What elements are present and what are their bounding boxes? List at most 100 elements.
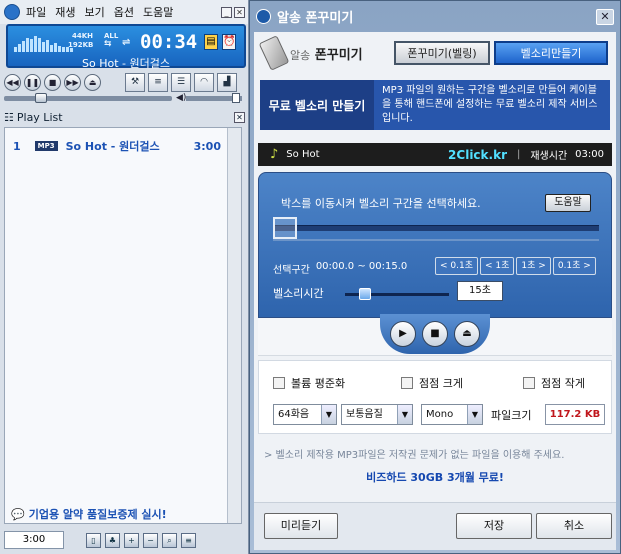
- ring-length-thumb[interactable]: [358, 288, 371, 300]
- phone-icon[interactable]: ▯: [86, 532, 101, 548]
- playlist-item[interactable]: 1 MP3 So Hot - 원더걸스 3:00: [13, 138, 221, 154]
- playlist-close-icon[interactable]: ✕: [234, 112, 245, 123]
- seek-bar[interactable]: [4, 93, 172, 103]
- save-button[interactable]: 저장: [456, 513, 532, 539]
- menu-options[interactable]: 옵션: [114, 4, 134, 20]
- ring-length-slider[interactable]: [345, 288, 449, 300]
- headphone-icon[interactable]: ◠: [194, 72, 214, 92]
- instruction-text: 박스를 이동시켜 벨소리 구간을 선택하세요.: [281, 197, 481, 210]
- back-tenth-button[interactable]: < 0.1초: [435, 257, 478, 275]
- preview-button[interactable]: 미리듣기: [264, 513, 338, 539]
- list-icon[interactable]: ≡: [181, 532, 196, 548]
- waveform-track[interactable]: [273, 225, 599, 231]
- back-one-button[interactable]: < 1초: [480, 257, 515, 275]
- polyphony-select[interactable]: 64화음 ▼: [273, 404, 337, 425]
- promo-banner: 무료 벨소리 만들기 MP3 파일의 원하는 구간을 벨소리로 만들어 케이블을…: [260, 80, 610, 130]
- help-button[interactable]: 도움말: [545, 194, 591, 212]
- selection-box[interactable]: [273, 217, 297, 239]
- equalizer-bar: [58, 46, 61, 52]
- menu-file[interactable]: 파일: [26, 4, 46, 20]
- window-app-icon: [256, 9, 271, 24]
- window-title: 알송 폰꾸미기: [277, 11, 354, 26]
- ring-length-value[interactable]: 15초: [457, 281, 503, 301]
- equalizer-icon[interactable]: ☰: [171, 72, 191, 92]
- volume-slider[interactable]: [186, 93, 242, 103]
- seek-thumb[interactable]: [35, 93, 48, 103]
- quality-select[interactable]: 보통음질 ▼: [341, 404, 413, 425]
- equalizer-bar: [30, 39, 33, 52]
- ad-text: 기업용 알약 품질보증제 실시!: [28, 508, 167, 521]
- forward-tenth-button[interactable]: 0.1초 >: [552, 257, 596, 275]
- window-close-icon[interactable]: ✕: [596, 9, 614, 25]
- equalizer-bar: [22, 41, 25, 52]
- stop-icon[interactable]: ■: [422, 321, 448, 347]
- ring-length-label: 벨소리시간: [273, 287, 324, 300]
- track-title: So Hot - 원더걸스: [65, 140, 160, 153]
- ad-link[interactable]: 💬 기업용 알약 품질보증제 실시!: [11, 506, 167, 522]
- forward-one-button[interactable]: 1초 >: [516, 257, 551, 275]
- tab-ringtone-maker[interactable]: 벨소리만들기: [494, 41, 608, 65]
- channel-value: Mono: [426, 409, 454, 420]
- filesize-value: 117.2 KB: [545, 404, 605, 425]
- fade-out-checkbox[interactable]: 점점 작게: [523, 375, 585, 391]
- menu-help[interactable]: 도움말: [143, 4, 173, 20]
- volume-normalize-checkbox[interactable]: 볼륨 평준화: [273, 375, 345, 391]
- cancel-button[interactable]: 취소: [536, 513, 612, 539]
- equalizer-visualizer: [14, 34, 73, 52]
- duration-label: 재생시간: [530, 151, 568, 162]
- eject-icon[interactable]: ⏏: [84, 73, 101, 91]
- tab-phone-decor[interactable]: 폰꾸미기(벨링): [394, 41, 490, 65]
- volume-thumb[interactable]: [231, 93, 240, 103]
- fade-in-label: 점점 크게: [419, 377, 463, 390]
- chat-icon: 💬: [11, 507, 25, 521]
- volume-normalize-label: 볼륨 평준화: [291, 377, 346, 390]
- next-icon[interactable]: ▶▶: [64, 73, 81, 91]
- lyrics-icon[interactable]: ▤: [204, 34, 218, 50]
- promo-description: MP3 파일의 원하는 구간을 벨소리로 만들어 케이블을 통해 핸드폰에 설정…: [374, 80, 610, 130]
- fade-in-checkbox[interactable]: 점점 크게: [401, 375, 463, 391]
- equalizer-bar: [50, 45, 53, 52]
- lcd-display: 44KH 192KB ALL ⇆ ⇌ 00:34 ▤ ⏰ So Hot - 원더…: [6, 24, 246, 70]
- search-icon[interactable]: ⌕: [162, 532, 177, 548]
- channel-select[interactable]: Mono ▼: [421, 404, 483, 425]
- bitrate: 192KB: [68, 41, 94, 49]
- menu-view[interactable]: 보기: [85, 4, 105, 20]
- menu-play[interactable]: 재생: [55, 4, 75, 20]
- previous-icon[interactable]: ◀◀: [4, 73, 21, 91]
- bizhard-promo-link[interactable]: 비즈하드 30GB 3개월 무료!: [254, 469, 616, 485]
- play-icon[interactable]: ▶: [390, 321, 416, 347]
- playlist: 1 MP3 So Hot - 원더걸스 3:00 💬 기업용 알약 품질보증제 …: [4, 127, 242, 524]
- pause-icon[interactable]: ❚❚: [24, 73, 41, 91]
- polyphony-value: 64화음: [278, 409, 310, 420]
- track-number: 1: [13, 139, 21, 153]
- window-content: 알송 폰꾸미기 폰꾸미기(벨링) 벨소리만들기 무료 벨소리 만들기 MP3 파…: [254, 32, 616, 550]
- now-playing-title: So Hot: [286, 149, 320, 160]
- eject-icon[interactable]: ⏏: [454, 321, 480, 347]
- ringtone-window: 알송 폰꾸미기 ✕ 알송 폰꾸미기 폰꾸미기(벨링) 벨소리만들기 무료 벨소리…: [249, 0, 621, 554]
- remove-icon[interactable]: −: [143, 532, 158, 548]
- editor-panel: 박스를 이동시켜 벨소리 구간을 선택하세요. 도움말 선택구간 00:00.0…: [258, 172, 612, 318]
- fade-out-label: 점점 작게: [541, 377, 585, 390]
- chevron-down-icon: ▼: [397, 405, 412, 424]
- playlist-toolbar: 3:00 ▯ ♣ + − ⌕ ≡: [4, 530, 248, 550]
- playlist-title: Play List: [16, 111, 63, 124]
- playlist-scrollbar[interactable]: [227, 128, 241, 523]
- tools-icon[interactable]: ⚒: [125, 72, 145, 92]
- playlist-header: ☷ Play List ✕: [4, 110, 245, 125]
- add-icon[interactable]: +: [124, 532, 139, 548]
- person-icon[interactable]: ♣: [105, 532, 120, 548]
- equalizer-bar: [26, 38, 29, 52]
- equalizer-bar: [42, 42, 45, 52]
- range-label: 선택구간: [273, 265, 310, 276]
- total-time: 3:00: [4, 531, 64, 549]
- close-icon[interactable]: ✕: [234, 6, 245, 18]
- footer: 미리듣기 저장 취소: [254, 502, 616, 550]
- equalizer-bar: [14, 47, 17, 52]
- stop-icon[interactable]: ■: [44, 73, 61, 91]
- filesize-label: 파일크기: [491, 409, 532, 422]
- volume-graph-icon[interactable]: ▟: [217, 72, 237, 92]
- alarm-icon[interactable]: ⏰: [222, 34, 236, 50]
- lyrics-view-icon[interactable]: ≡: [148, 72, 168, 92]
- alsong-app-icon[interactable]: [4, 4, 20, 20]
- minimize-icon[interactable]: _: [221, 6, 232, 18]
